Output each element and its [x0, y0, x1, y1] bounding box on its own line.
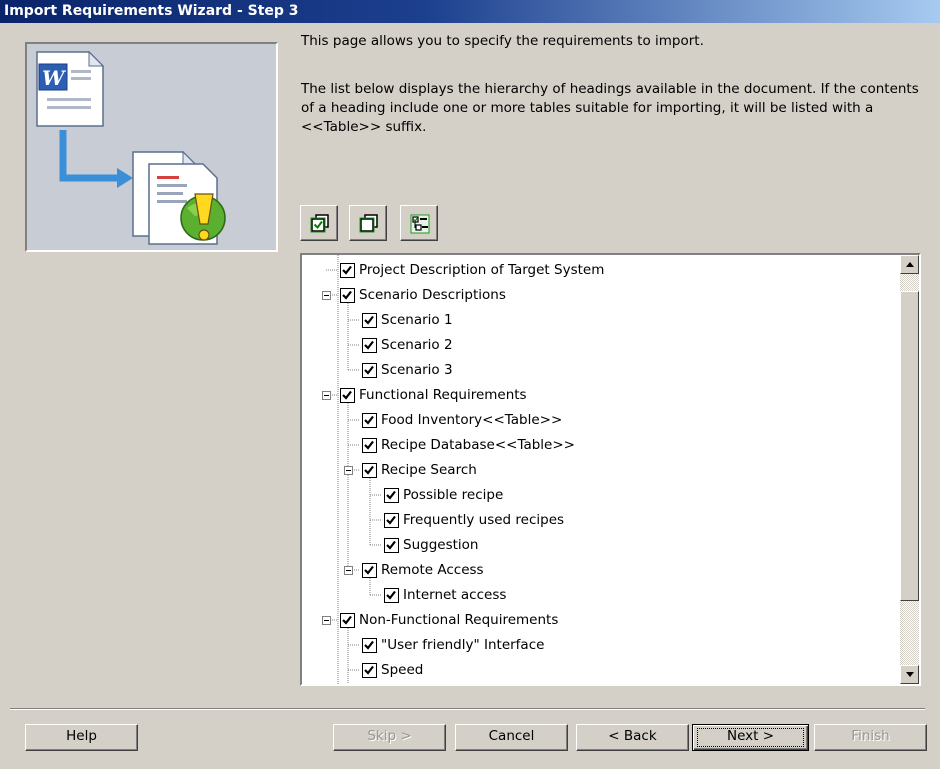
back-button-label: < Back — [608, 728, 657, 744]
tree-item[interactable]: Internet access — [384, 584, 506, 606]
tree-item[interactable]: Frequently used recipes — [384, 509, 564, 531]
scroll-up-arrow-icon — [906, 262, 914, 267]
requirements-tree[interactable]: Project Description of Target System Scen… — [300, 253, 921, 686]
scroll-thumb[interactable] — [900, 291, 919, 601]
tree-item-checkbox[interactable] — [384, 487, 399, 503]
tree-item-checkbox[interactable] — [362, 412, 377, 428]
tree-item-checkbox[interactable] — [340, 262, 355, 278]
tree-item[interactable]: Scenario 3 — [362, 359, 453, 381]
tree-item-checkbox[interactable] — [340, 387, 355, 403]
tree-item[interactable]: Functional Requirements — [340, 384, 527, 406]
next-button[interactable]: Next > — [692, 724, 809, 751]
intro-text: This page allows you to specify the requ… — [301, 33, 704, 49]
help-button-label: Help — [66, 728, 97, 744]
tree-item[interactable]: Food Inventory<<Table>> — [362, 409, 562, 431]
skip-button[interactable]: Skip > — [333, 724, 446, 751]
tree-item-checkbox[interactable] — [362, 637, 377, 653]
tree-item-label: Non-Functional Requirements — [359, 612, 559, 628]
tree-item-label: Recipe Database<<Table>> — [381, 437, 575, 453]
tree-item-checkbox[interactable] — [362, 362, 377, 378]
cancel-button[interactable]: Cancel — [455, 724, 568, 751]
tree-item-checkbox[interactable] — [340, 612, 355, 628]
tree-item[interactable]: Recipe Database<<Table>> — [362, 434, 575, 456]
scroll-down-button[interactable] — [900, 665, 919, 684]
tree-item-checkbox[interactable] — [384, 587, 399, 603]
window-title: Import Requirements Wizard - Step 3 — [0, 0, 940, 23]
tree-item-label: Scenario Descriptions — [359, 287, 506, 303]
check-all-button[interactable] — [300, 205, 338, 241]
check-tables-icon — [410, 214, 430, 234]
tree-item-label: Recipe Search — [381, 462, 477, 478]
tree-item-label: Scenario 2 — [381, 337, 453, 353]
tree-item-label: Possible recipe — [403, 487, 504, 503]
tree-item-label: "User friendly" Interface — [381, 637, 545, 653]
wizard-illustration: W — [25, 42, 278, 252]
finish-button-label: Finish — [851, 728, 890, 744]
tree-item-label: Suggestion — [403, 537, 479, 553]
tree-item-checkbox[interactable] — [362, 662, 377, 678]
collapse-toggle[interactable] — [344, 466, 353, 475]
tree-item-checkbox[interactable] — [362, 462, 377, 478]
tree-item-label: Project Description of Target System — [359, 262, 605, 278]
tree-item[interactable]: "User friendly" Interface — [362, 634, 544, 656]
finish-button[interactable]: Finish — [814, 724, 927, 751]
back-button[interactable]: < Back — [576, 724, 689, 751]
focus-rectangle — [697, 728, 804, 747]
scroll-down-arrow-icon — [906, 672, 914, 677]
tree-item-checkbox[interactable] — [362, 562, 377, 578]
uncheck-all-button[interactable] — [349, 205, 387, 241]
word-to-requirements-icon: W — [36, 50, 226, 245]
tree-item[interactable]: Suggestion — [384, 534, 478, 556]
hierarchy-description: The list below displays the hierarchy of… — [301, 81, 919, 135]
help-button[interactable]: Help — [25, 724, 138, 751]
tree-item-checkbox[interactable] — [384, 512, 399, 528]
tree-item-checkbox[interactable] — [362, 437, 377, 453]
tree-item-label: Frequently used recipes — [403, 512, 565, 528]
tree-item[interactable]: Speed — [362, 659, 423, 681]
tree-item[interactable]: Scenario 1 — [362, 309, 453, 331]
tree-item[interactable]: Possible recipe — [384, 484, 503, 506]
cancel-button-label: Cancel — [488, 728, 535, 744]
svg-text:W: W — [42, 66, 67, 90]
tree-item-label: Scenario 1 — [381, 312, 453, 328]
tree-item[interactable]: Recipe Search — [362, 459, 477, 481]
uncheck-all-icon — [359, 214, 378, 233]
tree-item-checkbox[interactable] — [362, 337, 377, 353]
tree-vertical-scrollbar[interactable] — [900, 255, 919, 684]
check-all-icon — [310, 214, 329, 233]
button-separator — [10, 708, 925, 710]
tree-item[interactable]: Scenario 2 — [362, 334, 453, 356]
collapse-toggle[interactable] — [322, 616, 331, 625]
collapse-toggle[interactable] — [322, 391, 331, 400]
tree-item-checkbox[interactable] — [340, 287, 355, 303]
check-tables-button[interactable] — [400, 205, 438, 241]
tree-item[interactable]: Project Description of Target System — [340, 259, 604, 281]
tree-item-label: Food Inventory<<Table>> — [381, 412, 563, 428]
tree-item-label: Internet access — [403, 587, 507, 603]
tree-item[interactable]: Non-Functional Requirements — [340, 609, 558, 631]
tree-item-label: Speed — [381, 662, 424, 678]
tree-item-label: Functional Requirements — [359, 387, 527, 403]
tree-item-checkbox[interactable] — [362, 312, 377, 328]
tree-item-checkbox[interactable] — [384, 537, 399, 553]
tree-item[interactable]: Scenario Descriptions — [340, 284, 506, 306]
tree-item-label: Remote Access — [381, 562, 484, 578]
tree-item-label: Scenario 3 — [381, 362, 453, 378]
tree-item[interactable]: Remote Access — [362, 559, 484, 581]
scroll-up-button[interactable] — [900, 255, 919, 274]
collapse-toggle[interactable] — [344, 566, 353, 575]
collapse-toggle[interactable] — [322, 291, 331, 300]
skip-button-label: Skip > — [367, 728, 412, 744]
